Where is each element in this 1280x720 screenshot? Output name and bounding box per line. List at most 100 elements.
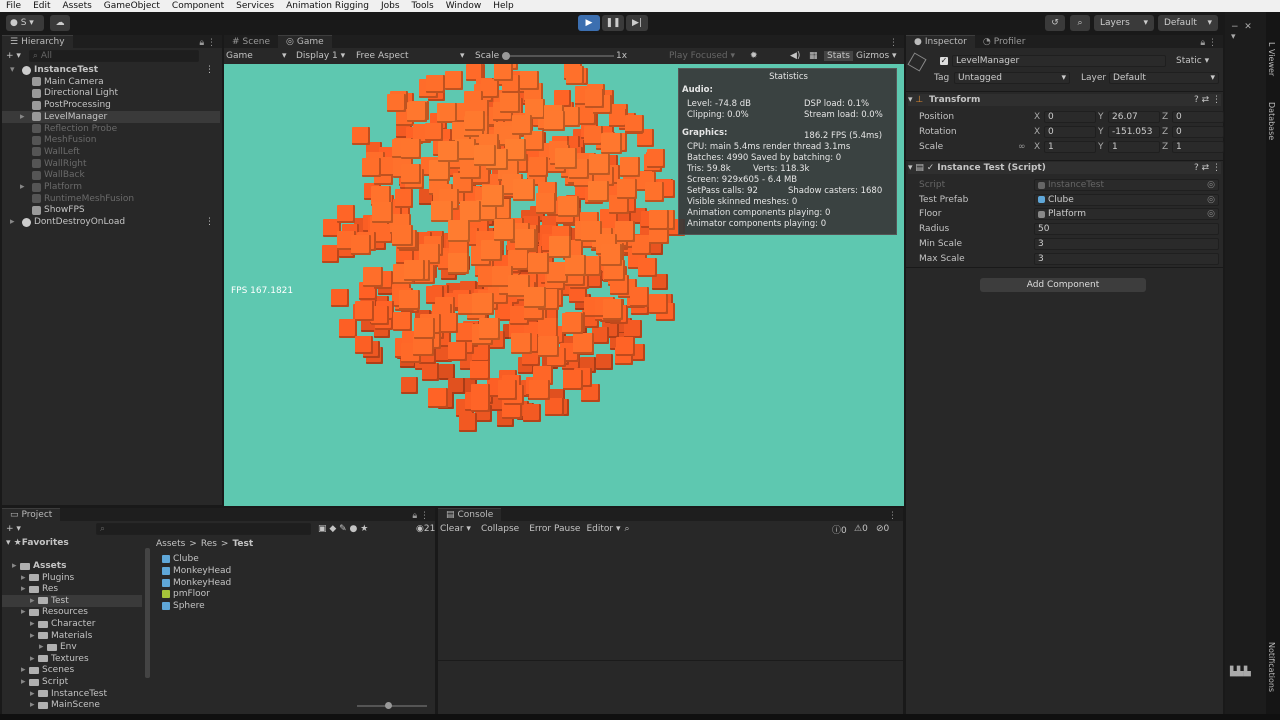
hierarchy-item[interactable]: Directional Light — [2, 87, 220, 99]
hierarchy-item[interactable]: ShowFPS — [2, 204, 220, 216]
project-tree-item[interactable]: ▸ Assets — [2, 560, 142, 572]
menu-item-file[interactable]: File — [0, 1, 27, 11]
tab-inspector[interactable]: ● Inspector — [906, 35, 975, 48]
help-icon[interactable]: ? ⇄ ⋮ — [1194, 95, 1221, 105]
gizmos-button[interactable]: Gizmos — [856, 51, 889, 61]
favorites-header[interactable]: ▾ ★ Favorites — [6, 537, 69, 549]
transform-position-x[interactable]: 0 — [1044, 111, 1096, 123]
static-toggle[interactable]: Static ▾ — [1176, 55, 1209, 67]
object-picker-icon[interactable]: ◎ — [1207, 209, 1215, 219]
more-icon[interactable]: ⋮ — [205, 65, 214, 75]
project-tree-item[interactable]: ▸ MainScene — [2, 699, 142, 711]
field-test-prefab[interactable]: ◎ Clube — [1034, 193, 1219, 206]
field-max-scale[interactable]: 3 — [1034, 252, 1219, 265]
tree-scrollbar[interactable] — [145, 548, 150, 678]
expand-arrow-icon[interactable]: ▸ — [21, 573, 29, 583]
transform-header[interactable]: ▾ ⊥ Transform ? ⇄ ⋮ — [908, 94, 1221, 106]
axis-y-label[interactable]: Y — [1098, 141, 1104, 153]
object-picker-icon[interactable]: ◎ — [1207, 195, 1215, 205]
axis-z-label[interactable]: Z — [1162, 141, 1168, 153]
project-tree-item[interactable]: ▸ Materials — [2, 630, 142, 642]
transform-scale-y[interactable]: 1 — [1108, 141, 1160, 153]
tab-profiler[interactable]: ◔ Profiler — [974, 35, 1034, 48]
expand-arrow-icon[interactable]: ▸ — [30, 700, 38, 710]
grid-icon[interactable]: ▦ — [809, 51, 818, 61]
warning-count[interactable]: ⚠0 — [854, 524, 868, 534]
menu-item-jobs[interactable]: Jobs — [375, 1, 406, 11]
asset-item[interactable]: Sphere — [162, 600, 205, 612]
hierarchy-search-input[interactable]: ⌕ All — [28, 50, 199, 62]
active-checkbox[interactable]: ✓ — [940, 57, 948, 65]
project-tree-item[interactable]: ▸ Test — [2, 594, 142, 607]
display-dropdown[interactable]: Display 1 ▾ — [296, 51, 345, 61]
menu-item-help[interactable]: Help — [487, 1, 520, 11]
hierarchy-item[interactable]: WallBack — [2, 169, 220, 181]
cloud-button[interactable]: ☁ — [50, 15, 70, 31]
object-name-field[interactable]: LevelManager — [952, 55, 1166, 67]
collapse-button[interactable]: Collapse — [481, 524, 519, 534]
project-tree-item[interactable]: ▸ Scenes — [2, 664, 142, 676]
field-floor[interactable]: ◎ Platform — [1034, 208, 1219, 221]
axis-z-label[interactable]: Z — [1162, 126, 1168, 138]
expand-arrow-icon[interactable]: ▸ — [30, 631, 38, 641]
field-min-scale[interactable]: 3 — [1034, 237, 1219, 250]
axis-x-label[interactable]: X — [1034, 111, 1040, 123]
hierarchy-item[interactable]: ▸ LevelManager — [2, 110, 220, 123]
script-header[interactable]: ▾ ▤ ✓ Instance Test (Script) ? ⇄ ⋮ — [908, 162, 1221, 174]
more-icon[interactable]: ⋮ — [889, 38, 898, 48]
breadcrumb-assets[interactable]: Assets — [156, 539, 185, 549]
error-count[interactable]: ⊘0 — [876, 524, 889, 534]
search-button[interactable]: ⌕ — [1070, 15, 1090, 31]
step-button[interactable]: ▶| — [626, 15, 648, 31]
side-tab-notifications[interactable]: Notifications — [1267, 642, 1276, 692]
console-divider[interactable] — [438, 660, 903, 661]
menu-item-window[interactable]: Window — [440, 1, 488, 11]
transform-position-y[interactable]: 26.07 — [1108, 111, 1160, 123]
hierarchy-item[interactable]: WallLeft — [2, 146, 220, 158]
layer-dropdown[interactable]: Default ▾ — [1109, 72, 1219, 84]
more-icon[interactable]: ⋮ — [205, 217, 214, 227]
axis-y-label[interactable]: Y — [1098, 126, 1104, 138]
expand-arrow-icon[interactable]: ▸ — [10, 217, 15, 227]
audio-icon[interactable]: ◀) — [790, 51, 800, 61]
scale-slider[interactable] — [502, 52, 614, 60]
expand-arrow-icon[interactable]: ▸ — [20, 112, 25, 122]
menu-item-animation-rigging[interactable]: Animation Rigging — [280, 1, 375, 11]
menu-item-tools[interactable]: Tools — [406, 1, 440, 11]
project-tree-item[interactable]: ▸ Res — [2, 583, 142, 595]
add-component-button[interactable]: Add Component — [980, 278, 1146, 292]
menu-item-services[interactable]: Services — [230, 1, 280, 11]
tab-console[interactable]: ▤ Console — [438, 508, 502, 521]
error-pause-button[interactable]: Error Pause — [529, 524, 580, 534]
history-button[interactable]: ↺ — [1045, 15, 1065, 31]
play-focused-dropdown[interactable]: Play Focused ▾ — [669, 51, 735, 61]
filter-icons[interactable]: ▣ ◆ ✎ ● ★ — [318, 524, 368, 534]
breadcrumb-res[interactable]: Res — [201, 539, 217, 549]
object-picker-icon[interactable]: ◎ — [1207, 180, 1215, 190]
lock-icon[interactable]: 🔒︎ ⋮ — [199, 38, 216, 48]
expand-arrow-icon[interactable]: ▸ — [30, 689, 38, 699]
tag-dropdown[interactable]: Untagged ▾ — [954, 72, 1070, 84]
transform-scale-x[interactable]: 1 — [1044, 141, 1096, 153]
field-radius[interactable]: 50 — [1034, 223, 1219, 236]
layout-dropdown[interactable]: Default ▾ — [1158, 15, 1218, 31]
menu-item-gameobject[interactable]: GameObject — [98, 1, 166, 11]
tab-scene[interactable]: # Scene — [224, 35, 278, 48]
expand-arrow-icon[interactable]: ▸ — [30, 654, 38, 664]
side-tab-viewer[interactable]: L Viewer — [1267, 42, 1276, 76]
hierarchy-item[interactable]: ▸ Platform — [2, 181, 220, 193]
expand-arrow-icon[interactable]: ▸ — [21, 665, 29, 675]
transform-rotation-z[interactable]: 0 — [1172, 126, 1224, 138]
aspect-dropdown[interactable]: Free Aspect — [356, 51, 409, 61]
tab-hierarchy[interactable]: ☰ Hierarchy — [2, 35, 73, 48]
project-tree-item[interactable]: ▸ Textures — [2, 653, 142, 665]
asset-item[interactable]: Clube — [162, 553, 199, 565]
log-count[interactable]: ⓘ0 — [832, 523, 847, 536]
lock-icon[interactable]: 🔒︎ ⋮ — [1200, 38, 1217, 48]
tab-game[interactable]: ◎ Game — [278, 35, 332, 48]
hierarchy-item[interactable]: Main Camera — [2, 76, 220, 88]
transform-position-z[interactable]: 0 — [1172, 111, 1224, 123]
link-icon[interactable]: ∞ — [1018, 141, 1026, 153]
sun-icon[interactable]: ✹ — [750, 51, 758, 61]
axis-z-label[interactable]: Z — [1162, 111, 1168, 123]
